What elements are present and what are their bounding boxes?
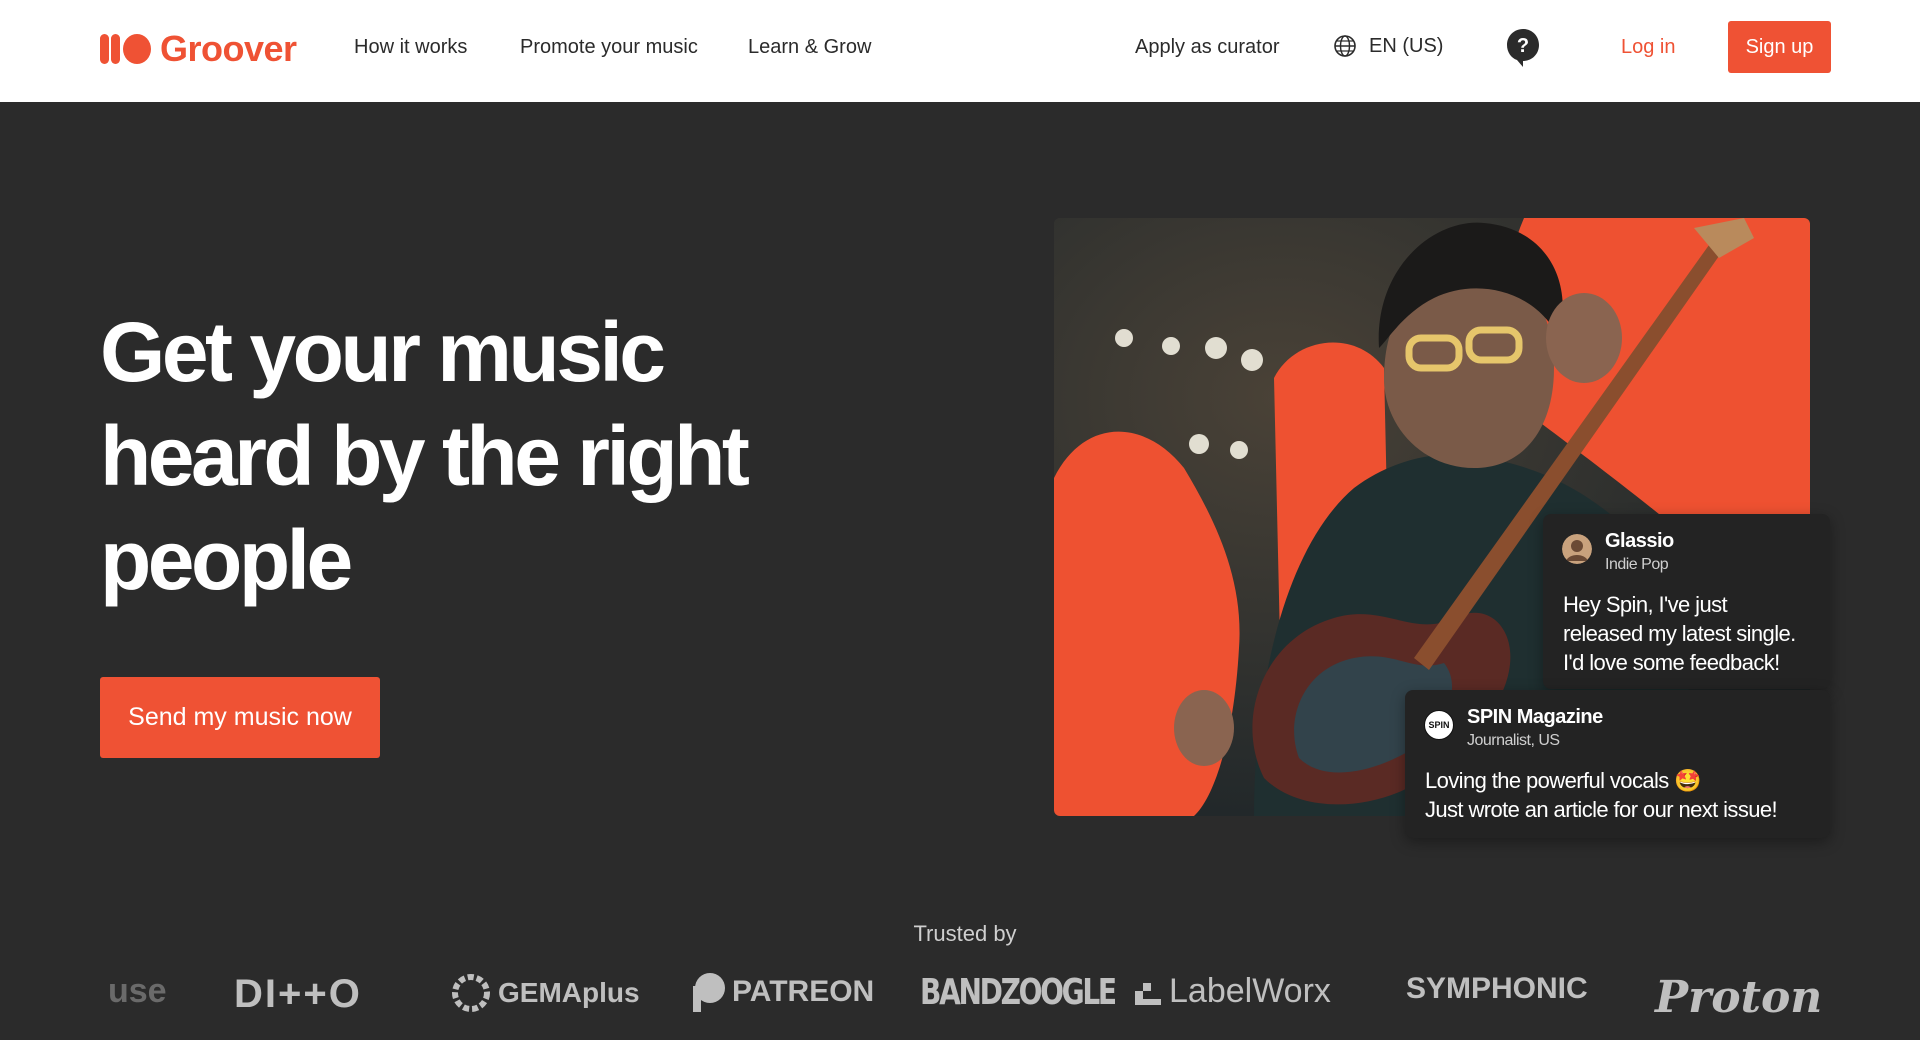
partner-name: Proton (1655, 972, 1823, 1023)
partner-logo-labelworx: LabelWorx (1133, 972, 1331, 1011)
bubble-message: Loving the powerful vocals 🤩 Just wrote … (1425, 768, 1778, 822)
partner-logo-ditto: DI++O (234, 972, 362, 1017)
nav-how-it-works[interactable]: How it works (354, 36, 467, 59)
bubble-subtitle: Journalist, US (1467, 732, 1560, 749)
site-header: Groover How it works Promote your music … (0, 0, 1920, 102)
partner-name: PATREON (732, 975, 875, 1008)
partner-logo-gemaplus: GEMAplus (450, 972, 640, 1014)
help-icon[interactable]: ? (1505, 27, 1541, 69)
help-glyph: ? (1517, 35, 1529, 57)
hero-title: Get your music heard by the right people (100, 305, 750, 607)
chat-bubble-glassio: Glassio Indie Pop Hey Spin, I've just re… (1543, 514, 1830, 689)
chat-bubble-spin: SPIN SPIN Magazine Journalist, US Loving… (1405, 690, 1830, 838)
partner-logo-patreon: PATREON (690, 972, 874, 1012)
labelworx-icon (1135, 982, 1161, 1005)
language-selector[interactable]: EN (US) (1333, 34, 1443, 58)
partner-logo-symphonic: SYMPHONIC (1406, 972, 1588, 1006)
partner-name: GEMAplus (498, 977, 640, 1008)
language-label: EN (US) (1369, 34, 1444, 57)
groover-logo[interactable]: Groover (100, 28, 297, 70)
nav-promote-your-music[interactable]: Promote your music (520, 36, 698, 59)
send-music-button[interactable]: Send my music now (100, 677, 380, 758)
nav-learn-grow[interactable]: Learn & Grow (748, 36, 871, 59)
partner-name: BANDZOOGLE (920, 972, 1117, 1013)
bubble-name: Glassio (1605, 530, 1674, 552)
logo-wordmark: Groover (160, 28, 297, 69)
login-link[interactable]: Log in (1621, 36, 1676, 59)
partner-logo-use: use (108, 972, 167, 1011)
glassio-avatar (1562, 534, 1592, 564)
partner-name: DI++O (234, 972, 362, 1016)
bubble-message: Hey Spin, I've just released my latest s… (1563, 592, 1796, 675)
globe-icon (1334, 35, 1356, 57)
signup-button[interactable]: Sign up (1728, 21, 1831, 73)
trusted-by-label: Trusted by (913, 921, 1017, 946)
bubble-subtitle: Indie Pop (1605, 556, 1669, 573)
partner-logo-proton: Proton (1655, 972, 1822, 1023)
bubble-name: SPIN Magazine (1467, 706, 1603, 728)
gema-icon (452, 974, 490, 1012)
partner-name: SYMPHONIC (1406, 972, 1588, 1005)
nav-apply-as-curator[interactable]: Apply as curator (1135, 36, 1280, 59)
groover-logo-icon (100, 34, 151, 64)
partner-name: use (108, 972, 167, 1010)
patreon-icon (693, 973, 725, 1012)
spin-avatar: SPIN (1424, 710, 1454, 740)
partner-name: LabelWorx (1169, 972, 1331, 1010)
